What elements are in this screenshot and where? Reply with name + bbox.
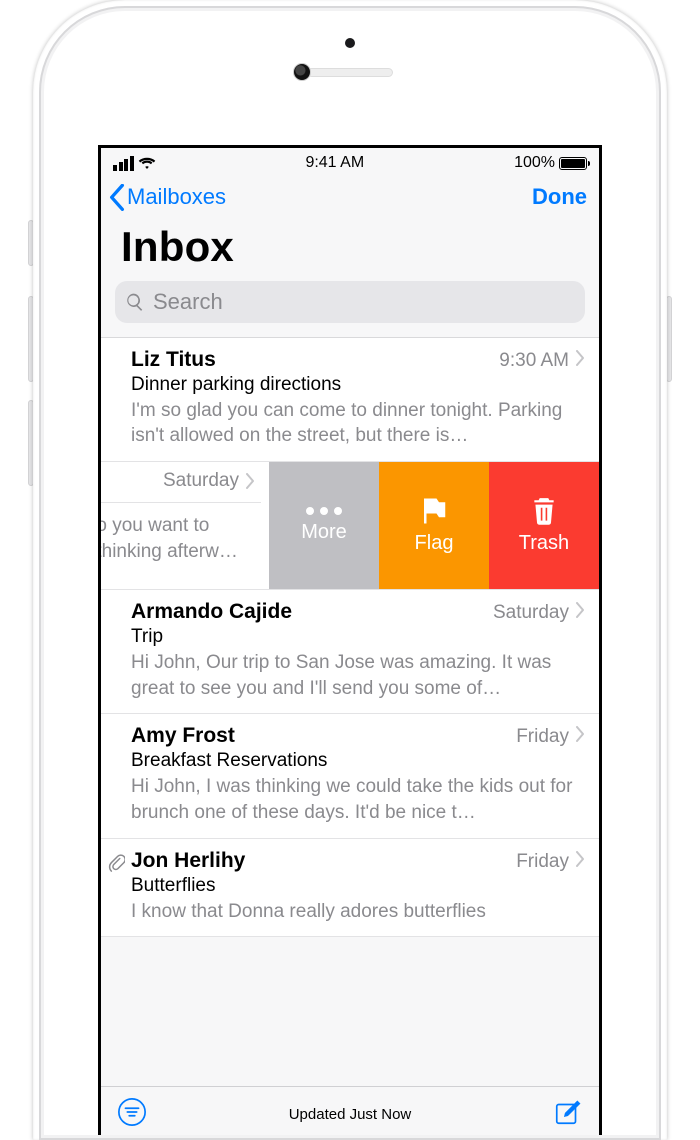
status-time: 9:41 AM xyxy=(305,154,364,172)
proximity-sensor xyxy=(345,38,355,48)
message-preview-partial: s do you want to as thinking afterw… xyxy=(101,513,261,564)
message-time: Saturday xyxy=(163,470,239,492)
message-subject: Breakfast Reservations xyxy=(131,750,585,772)
message-preview: Hi John, Our trip to San Jose was amazin… xyxy=(131,650,585,701)
back-button[interactable]: Mailboxes xyxy=(109,184,226,211)
message-subject: Trip xyxy=(131,626,585,648)
message-list[interactable]: Liz Titus 9:30 AM Dinner parking directi… xyxy=(101,338,599,937)
filter-icon xyxy=(117,1097,147,1127)
sender-name: Armando Cajide xyxy=(131,600,493,624)
swipe-actions: More Flag Trash xyxy=(269,462,599,589)
battery-percent: 100% xyxy=(514,154,555,172)
message-row[interactable]: Armando Cajide Saturday Trip Hi John, Ou… xyxy=(101,590,599,714)
search-input[interactable]: Search xyxy=(115,281,585,323)
search-placeholder: Search xyxy=(153,289,223,315)
compose-icon xyxy=(553,1097,583,1127)
message-subject: Butterflies xyxy=(131,875,585,897)
sender-name: Jon Herlihy xyxy=(131,849,516,873)
wifi-icon xyxy=(138,156,156,170)
chevron-right-icon xyxy=(575,602,585,618)
page-title: Inbox xyxy=(101,217,599,281)
more-action-button[interactable]: More xyxy=(269,462,379,589)
search-icon xyxy=(125,292,145,312)
message-row[interactable]: Amy Frost Friday Breakfast Reservations … xyxy=(101,714,599,838)
message-row[interactable]: Jon Herlihy Friday Butterflies I know th… xyxy=(101,839,599,938)
earpiece-speaker xyxy=(307,68,393,77)
done-button[interactable]: Done xyxy=(532,184,587,210)
phone-frame: 9:41 AM 100% Mailboxes Done Inbox Search xyxy=(33,0,667,1140)
message-preview: I know that Donna really adores butterfl… xyxy=(131,899,585,925)
bottom-toolbar: Updated Just Now xyxy=(101,1086,599,1140)
navigation-bar: Mailboxes Done xyxy=(101,174,599,217)
message-row[interactable]: Liz Titus 9:30 AM Dinner parking directi… xyxy=(101,338,599,462)
chevron-right-icon xyxy=(245,473,255,489)
chevron-right-icon xyxy=(575,726,585,742)
message-row-swiped[interactable]: Saturday s do you want to as thinking af… xyxy=(101,462,599,590)
chevron-right-icon xyxy=(575,851,585,867)
sender-name: Amy Frost xyxy=(131,724,516,748)
more-icon xyxy=(306,507,342,515)
screen: 9:41 AM 100% Mailboxes Done Inbox Search xyxy=(98,145,602,1140)
chevron-right-icon xyxy=(575,350,585,366)
status-bar: 9:41 AM 100% xyxy=(101,148,599,174)
message-preview: Hi John, I was thinking we could take th… xyxy=(131,774,585,825)
message-subject: Dinner parking directions xyxy=(131,374,585,396)
sync-status: Updated Just Now xyxy=(289,1106,412,1123)
message-time: Friday xyxy=(516,726,569,748)
message-time: Saturday xyxy=(493,602,569,624)
chevron-left-icon xyxy=(109,184,125,211)
message-time: Friday xyxy=(516,851,569,873)
compose-button[interactable] xyxy=(553,1097,583,1132)
trash-icon xyxy=(527,496,561,526)
flag-action-button[interactable]: Flag xyxy=(379,462,489,589)
front-camera xyxy=(293,63,311,81)
back-label: Mailboxes xyxy=(127,184,226,210)
flag-icon xyxy=(417,496,451,526)
sender-name: Liz Titus xyxy=(131,348,499,372)
message-time: 9:30 AM xyxy=(499,350,569,372)
attachment-icon xyxy=(107,853,125,873)
trash-action-button[interactable]: Trash xyxy=(489,462,599,589)
filter-button[interactable] xyxy=(117,1097,147,1132)
cellular-signal-icon xyxy=(113,156,134,171)
message-preview: I'm so glad you can come to dinner tonig… xyxy=(131,398,585,449)
battery-icon xyxy=(559,157,587,170)
